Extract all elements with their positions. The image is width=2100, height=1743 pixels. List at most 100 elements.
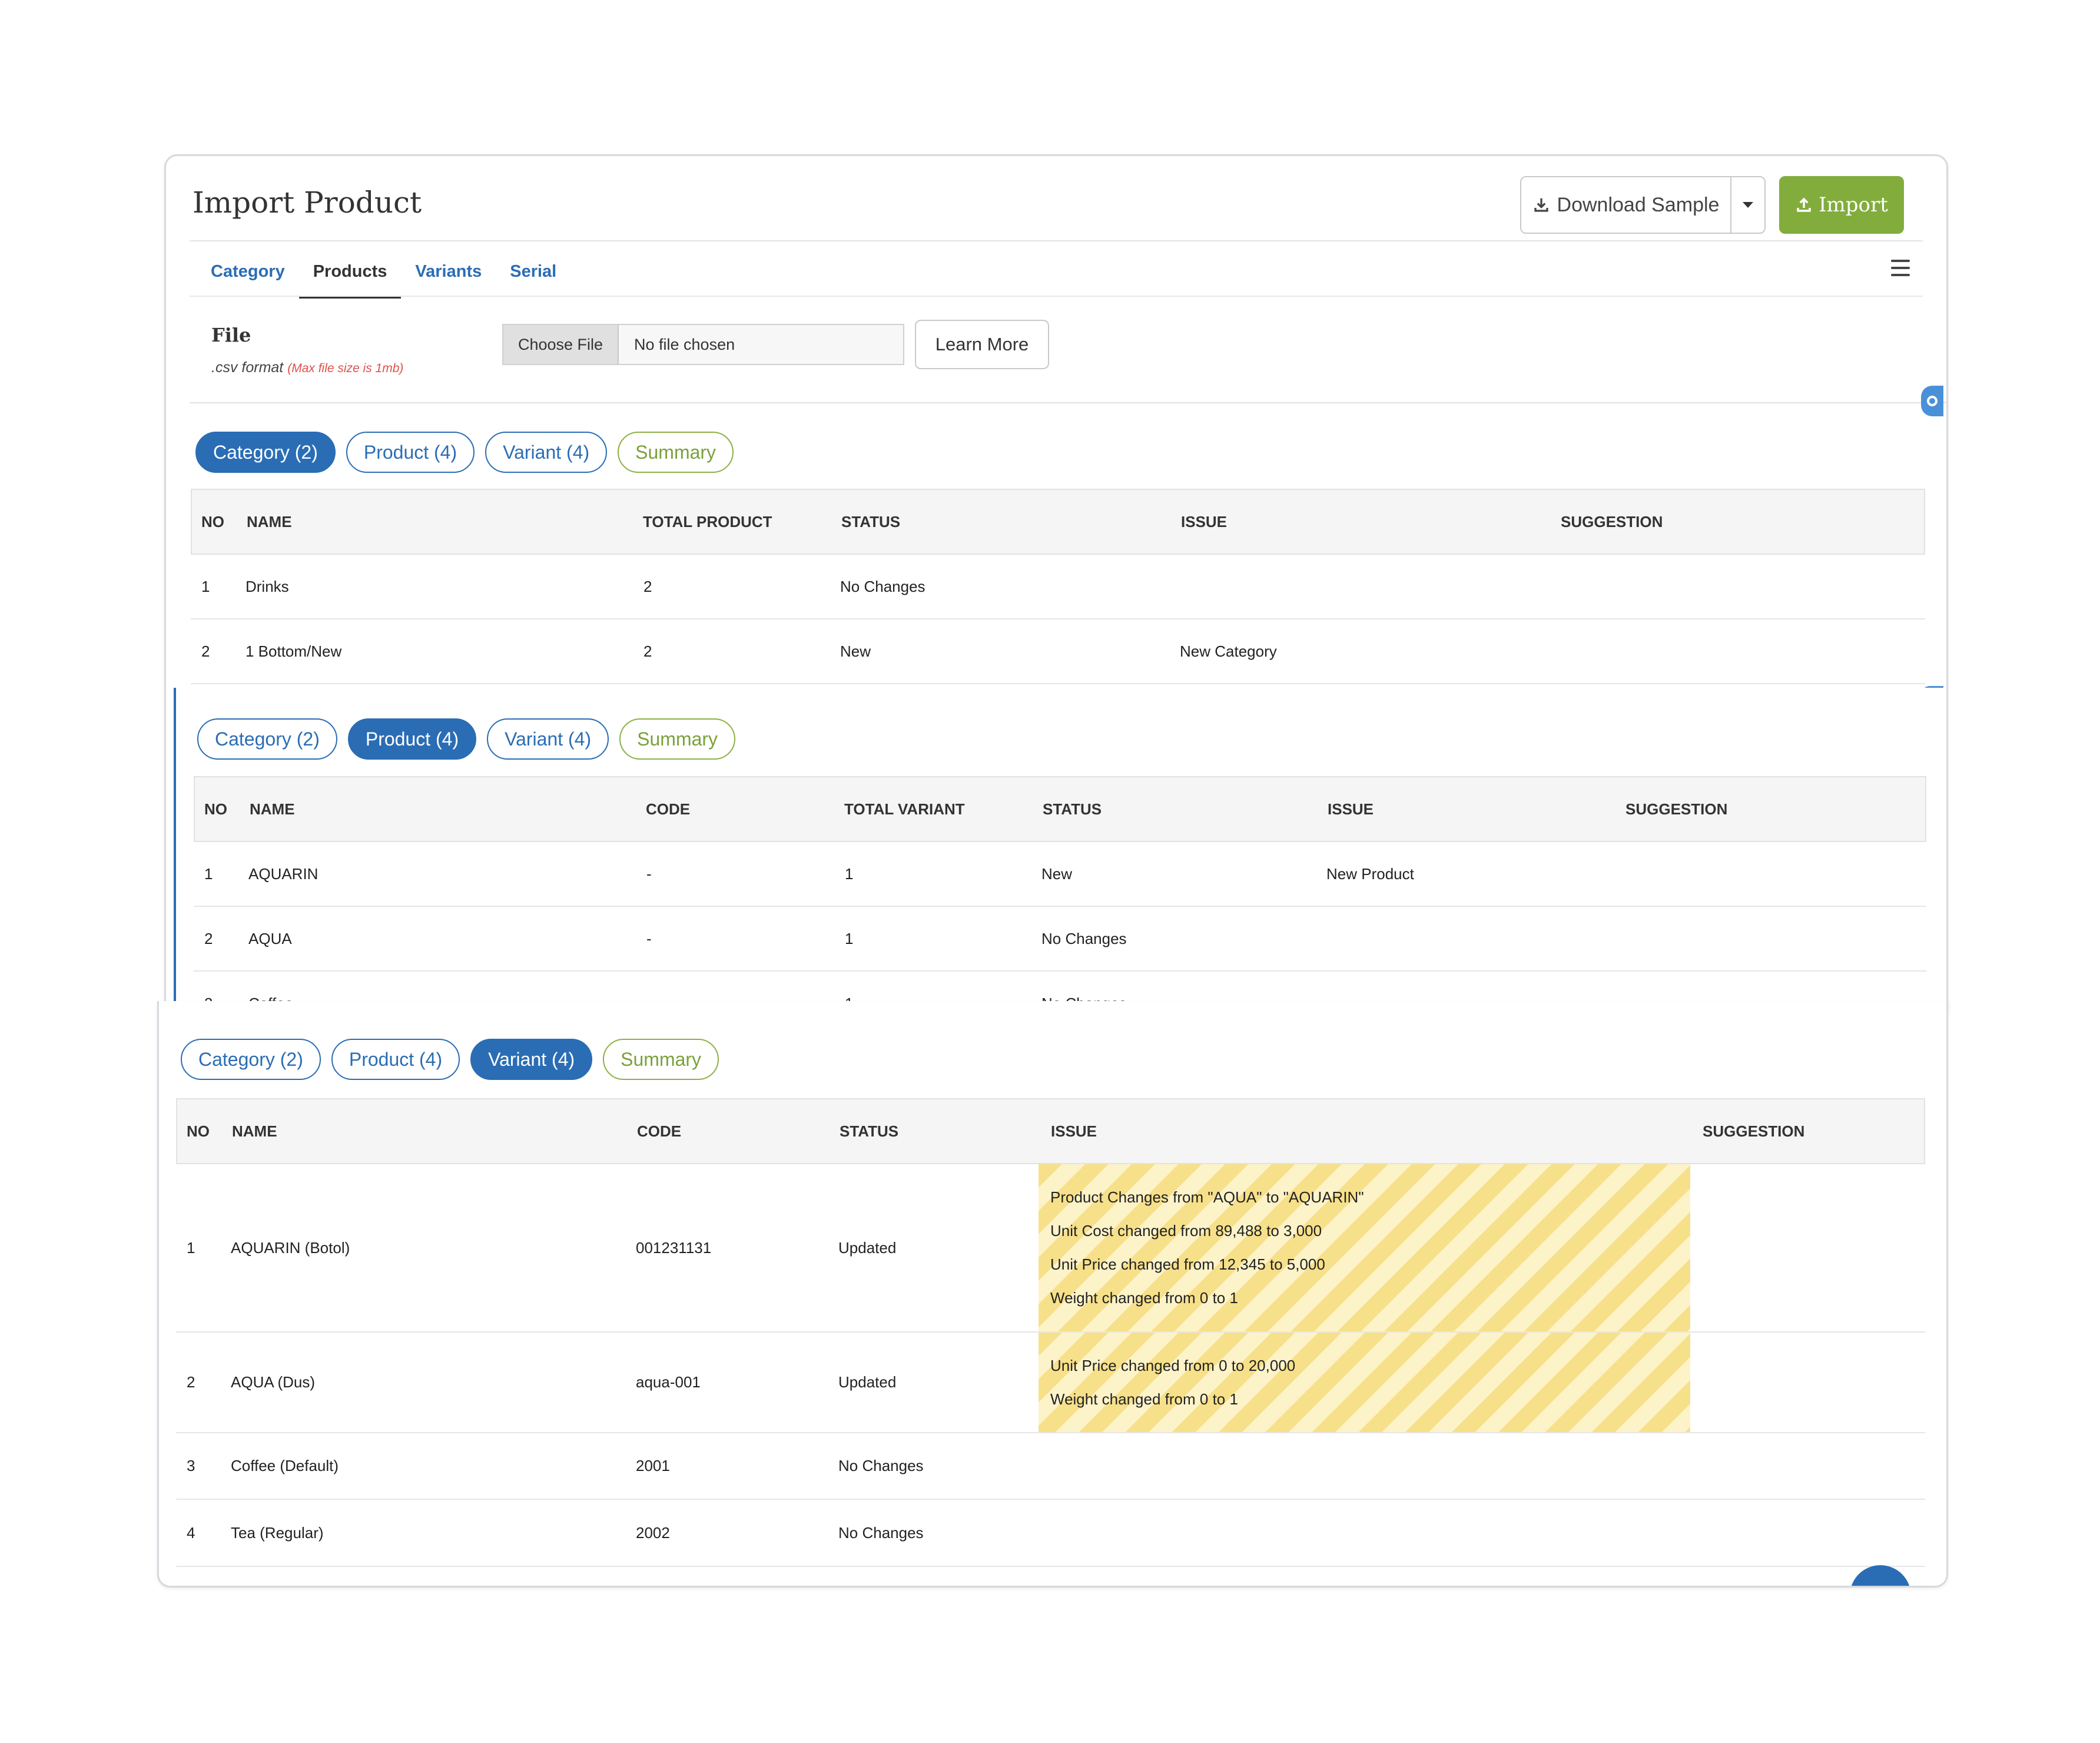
import-button[interactable]: Import [1779, 176, 1904, 234]
cell-status: New [840, 642, 871, 660]
caret-down-icon [1743, 202, 1753, 208]
pill-variant[interactable]: Variant (4) [487, 718, 609, 760]
cell-status: Updated [838, 1238, 897, 1257]
file-format-hint: .csv format (Max file size is 1mb) [211, 359, 403, 376]
category-table: NO NAME TOTAL PRODUCT STATUS ISSUE SUGGE… [191, 489, 1925, 684]
cell-code: 2002 [636, 1523, 670, 1542]
cell-name: AQUARIN [248, 864, 319, 883]
cell-no: 2 [187, 1373, 195, 1391]
download-icon [1534, 198, 1548, 212]
column-header: STATUS [841, 512, 901, 531]
pill-category[interactable]: Category (2) [197, 718, 337, 760]
cell-no: 1 [201, 577, 210, 595]
variant-section-pills: Category (2) Product (4) Variant (4) Sum… [181, 1039, 719, 1080]
cell-name: Drinks [246, 577, 289, 595]
cell-status: New [1041, 864, 1073, 883]
tab-products[interactable]: Products [298, 256, 402, 299]
cell-issue-highlight: Unit Price changed from 0 to 20,000 Weig… [1039, 1333, 1690, 1432]
column-header: SUGGESTION [1703, 1122, 1805, 1140]
download-sample-button[interactable]: Download Sample [1521, 177, 1731, 233]
file-divider [190, 402, 1946, 403]
download-sample-group: Download Sample [1520, 176, 1766, 234]
column-header: NAME [250, 800, 295, 818]
cell-code: 001231131 [636, 1238, 712, 1257]
cell-no: 1 [204, 864, 213, 883]
table-row[interactable]: 4 Tea (Regular) 2002 No Changes [176, 1500, 1925, 1567]
variant-table: NO NAME CODE STATUS ISSUE SUGGESTION 1 A… [176, 1098, 1925, 1567]
cell-status: No Changes [838, 1523, 924, 1542]
column-header: CODE [637, 1122, 682, 1140]
product-preview-panel: Category (2) Product (4) Variant (4) Sum… [174, 688, 1948, 1021]
cell-issue: New Product [1326, 864, 1414, 883]
table-header: NO NAME TOTAL PRODUCT STATUS ISSUE SUGGE… [191, 489, 1925, 555]
pill-product[interactable]: Product (4) [346, 432, 475, 473]
pill-summary[interactable]: Summary [618, 432, 734, 473]
cell-total-variant: 1 [845, 929, 854, 947]
cell-name: AQUARIN (Botol) [231, 1238, 350, 1257]
column-header: NAME [232, 1122, 277, 1140]
pill-summary[interactable]: Summary [603, 1039, 719, 1080]
cell-no: 1 [187, 1238, 195, 1257]
hamburger-menu-icon[interactable] [1891, 260, 1910, 276]
page-title: Import Product [193, 185, 422, 220]
tab-variants[interactable]: Variants [401, 256, 496, 299]
table-row[interactable]: 1 AQUARIN - 1 New New Product [194, 842, 1926, 907]
category-section-pills: Category (2) Product (4) Variant (4) Sum… [195, 432, 734, 473]
issue-line: Weight changed from 0 to 1 [1050, 1390, 1238, 1408]
header-divider [190, 240, 1923, 241]
column-header: ISSUE [1051, 1122, 1097, 1140]
cell-code: - [646, 929, 652, 947]
table-header: NO NAME CODE STATUS ISSUE SUGGESTION [176, 1098, 1925, 1164]
import-tabs: Category Products Variants Serial [197, 256, 570, 299]
upload-icon [1797, 197, 1811, 212]
issue-line: Product Changes from "AQUA" to "AQUARIN" [1050, 1188, 1364, 1206]
pill-category[interactable]: Category (2) [181, 1039, 321, 1080]
cell-status: No Changes [838, 1457, 924, 1474]
choose-file-button[interactable]: Choose File [503, 325, 619, 364]
product-section-pills: Category (2) Product (4) Variant (4) Sum… [197, 718, 736, 760]
table-row[interactable]: 1 AQUARIN (Botol) 001231131 Updated Prod… [176, 1164, 1925, 1333]
column-header: TOTAL VARIANT [844, 800, 965, 818]
cell-status: No Changes [1041, 929, 1127, 947]
column-header: ISSUE [1328, 800, 1374, 818]
pill-summary[interactable]: Summary [619, 718, 736, 760]
table-header: NO NAME CODE TOTAL VARIANT STATUS ISSUE … [194, 776, 1926, 842]
column-header: TOTAL PRODUCT [643, 512, 772, 531]
table-row[interactable]: 2 AQUA (Dus) aqua-001 Updated Unit Price… [176, 1333, 1925, 1433]
cell-code: 2001 [636, 1457, 670, 1474]
cell-total-variant: 1 [845, 864, 854, 883]
tab-serial[interactable]: Serial [496, 256, 570, 299]
table-row[interactable]: 2 1 Bottom/New 2 New New Category [191, 619, 1925, 684]
learn-more-button[interactable]: Learn More [915, 320, 1049, 369]
tabs-divider [190, 296, 1923, 297]
chat-bubble-icon[interactable] [1850, 1565, 1911, 1586]
file-status: No file chosen [634, 335, 735, 353]
cell-total: 2 [643, 577, 652, 595]
pill-product[interactable]: Product (4) [347, 718, 477, 760]
pill-product[interactable]: Product (4) [331, 1039, 460, 1080]
cell-name: Tea (Regular) [231, 1523, 324, 1542]
variant-preview-panel: Category (2) Product (4) Variant (4) Sum… [157, 1001, 1948, 1588]
file-format: .csv format [211, 359, 284, 376]
cell-status: No Changes [840, 577, 925, 595]
tab-category[interactable]: Category [197, 256, 299, 299]
column-header: SUGGESTION [1561, 512, 1663, 531]
download-options-toggle[interactable] [1731, 177, 1764, 233]
issue-line: Unit Price changed from 12,345 to 5,000 [1050, 1255, 1325, 1273]
cell-name: 1 Bottom/New [246, 642, 342, 660]
drag-handle-icon[interactable] [1921, 386, 1943, 416]
file-input[interactable]: Choose File No file chosen [502, 324, 904, 365]
table-row[interactable]: 3 Coffee (Default) 2001 No Changes [176, 1433, 1925, 1500]
pill-variant[interactable]: Variant (4) [485, 432, 608, 473]
pill-category[interactable]: Category (2) [195, 432, 336, 473]
pill-variant[interactable]: Variant (4) [470, 1039, 593, 1080]
max-file-size: (Max file size is 1mb) [287, 362, 404, 375]
column-header: NO [187, 1122, 210, 1140]
table-row[interactable]: 2 AQUA - 1 No Changes [194, 907, 1926, 972]
import-label: Import [1819, 193, 1888, 217]
download-sample-label: Download Sample [1557, 193, 1720, 216]
cell-no: 2 [204, 929, 213, 947]
table-row[interactable]: 1 Drinks 2 No Changes [191, 555, 1925, 619]
column-header: ISSUE [1181, 512, 1228, 531]
column-header: NO [201, 512, 224, 531]
